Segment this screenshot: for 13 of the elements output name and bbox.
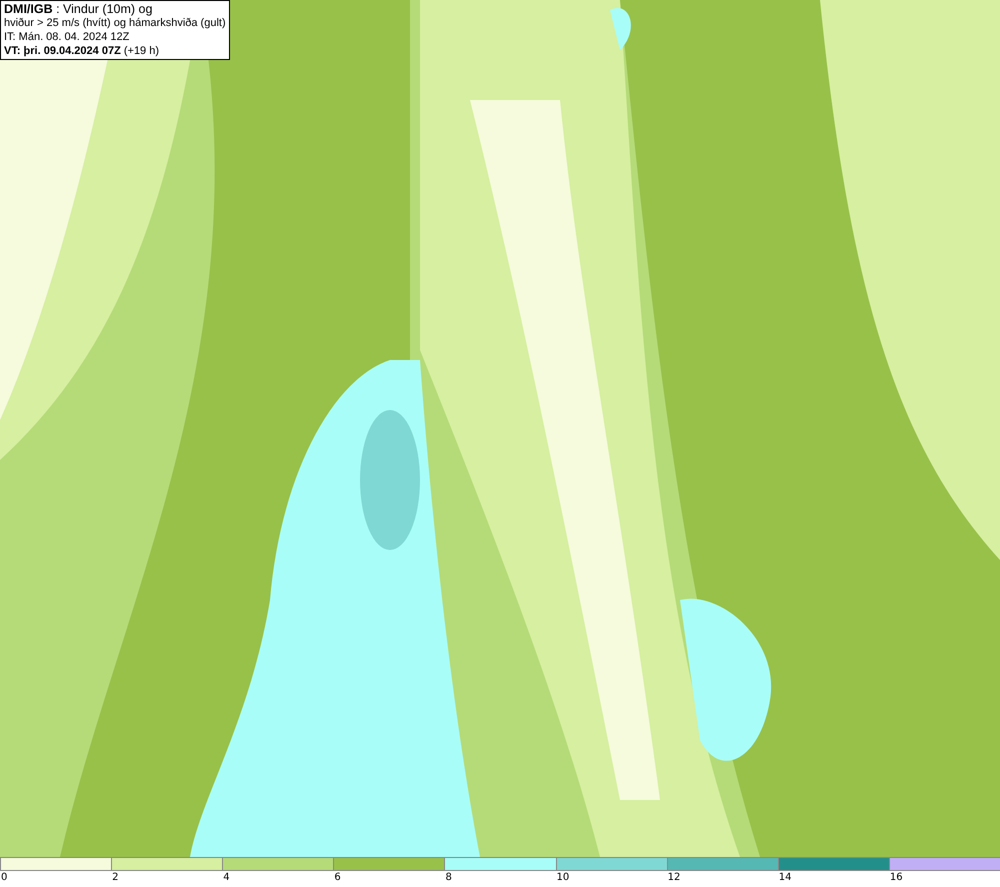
title-text: VT: þri. 09.04.2024 07Z (+19 h) xyxy=(4,44,160,58)
legend-label: 2 xyxy=(111,871,118,885)
title-text: hviður > 25 m/s (hvítt) og hámarkshviða (gult) xyxy=(4,16,226,30)
legend-label: 0 xyxy=(0,871,8,885)
legend-label: 16 xyxy=(888,871,903,885)
title-text: DMI/IGB : Vindur (10m) og xyxy=(4,2,154,16)
legend-label: 8 xyxy=(444,871,452,885)
legend-label: 6 xyxy=(333,871,341,885)
legend-label: 10 xyxy=(556,871,570,885)
title-text: IT: Mán. 08. 04. 2024 12Z xyxy=(4,30,130,44)
legend-label: 4 xyxy=(222,871,230,885)
legend-label: 12 xyxy=(666,871,680,885)
legend-label: 14 xyxy=(778,871,792,885)
